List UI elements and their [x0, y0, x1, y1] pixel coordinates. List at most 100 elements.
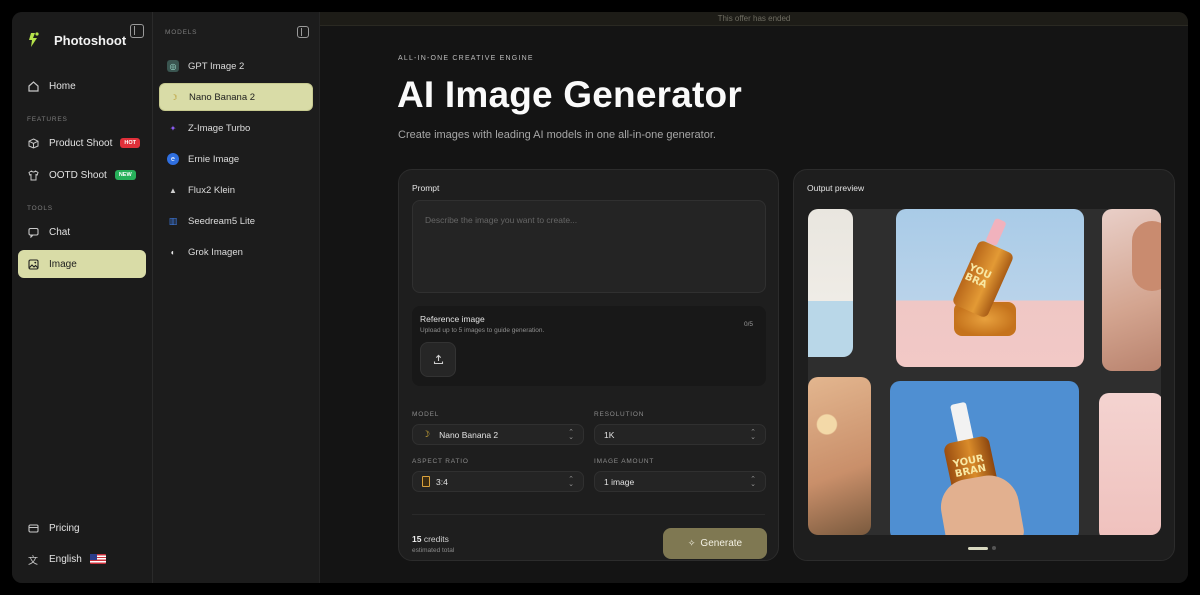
aspect-ratio-select[interactable]: 3:4 ⌃ ⌄: [412, 471, 584, 492]
model-item-label: Grok Imagen: [188, 246, 243, 258]
nav-item-label: Home: [49, 80, 76, 92]
credits-number: 15: [412, 534, 422, 544]
nav-item-label: OOTD Shoot: [49, 169, 107, 181]
image-amount-select[interactable]: 1 image ⌃ ⌄: [594, 471, 766, 492]
output-preview-label: Output preview: [807, 183, 865, 193]
model-item-nano-banana-2[interactable]: ☽ Nano Banana 2: [159, 83, 313, 111]
sidebar-collapse-icon[interactable]: [130, 24, 144, 38]
model-item-label: Flux2 Klein: [188, 184, 235, 196]
face-shape: [1132, 221, 1161, 291]
image-amount-field-label: IMAGE AMOUNT: [594, 458, 655, 465]
bottle-cap-shape: [985, 217, 1007, 247]
preview-tile: [808, 377, 871, 535]
features-section-label: FEATURES: [27, 116, 68, 123]
tools-section-label: TOOLS: [27, 205, 53, 212]
nav-item-label: Image: [49, 258, 77, 270]
credits-word: credits: [423, 534, 449, 544]
nav-item-label: Chat: [49, 226, 71, 238]
grok-icon: ◐: [170, 247, 176, 257]
nav-item-label: Pricing: [49, 522, 80, 534]
model-item-ernie-image[interactable]: e Ernie Image: [159, 145, 313, 173]
reference-count: 0/5: [743, 321, 753, 328]
reference-subtitle: Upload up to 5 images to guide generatio…: [420, 327, 545, 334]
gpt-icon: ◎: [167, 60, 179, 72]
z-image-icon: ✦: [169, 123, 177, 133]
model-item-label: Ernie Image: [188, 153, 240, 165]
new-badge: NEW: [114, 170, 136, 180]
model-item-label: GPT Image 2: [188, 60, 245, 72]
nav-item-chat[interactable]: Chat: [18, 218, 146, 246]
preview-tile: YOUR BRAN: [890, 381, 1079, 535]
carousel-dot-active[interactable]: [968, 546, 988, 550]
photoshoot-logo-icon: [29, 32, 39, 47]
prompt-input[interactable]: [412, 200, 766, 293]
model-field-label: MODEL: [412, 411, 440, 418]
model-item-gpt-image-2[interactable]: ◎ GPT Image 2: [159, 52, 313, 80]
prompt-label: Prompt: [412, 183, 440, 193]
page-subtitle: Create images with leading AI models in …: [398, 129, 716, 141]
aspect-ratio-select-value: 3:4: [436, 476, 448, 487]
generate-label: Generate: [700, 538, 743, 549]
model-item-flux2-klein[interactable]: ▲ Flux2 Klein: [159, 176, 313, 204]
nav-item-home[interactable]: Home: [18, 72, 146, 100]
credits-subtitle: estimated total: [412, 547, 455, 554]
banana-icon: ☽: [170, 92, 178, 102]
home-icon: [27, 80, 39, 92]
hot-badge: HOT: [120, 138, 140, 148]
nav-item-ootd-shoot[interactable]: OOTD Shoot NEW: [18, 161, 146, 189]
model-select-value: Nano Banana 2: [439, 429, 499, 440]
chevron-updown-icon: ⌃ ⌄: [750, 429, 756, 441]
seedream-icon: ▥: [168, 215, 178, 226]
carousel-dot[interactable]: [992, 546, 996, 550]
prompt-card: Prompt Reference image Upload up to 5 im…: [398, 169, 779, 561]
reference-title: Reference image: [420, 314, 485, 324]
model-item-grok-imagen[interactable]: ◐ Grok Imagen: [159, 238, 313, 266]
image-icon: [27, 258, 39, 270]
preview-tile: [808, 209, 853, 357]
translate-icon: 文: [28, 555, 38, 567]
sidebar-footer: Pricing 文 English: [18, 510, 146, 573]
preview-tile: YOU BRA: [896, 209, 1084, 367]
card-icon: [27, 522, 39, 534]
resolution-select-value: 1K: [604, 429, 615, 440]
language-selector[interactable]: 文 English: [18, 545, 146, 573]
chevron-updown-icon: ⌃ ⌄: [568, 476, 574, 488]
offer-banner: This offer has ended: [320, 12, 1188, 26]
divider: [412, 514, 765, 515]
nav-item-label: Product Shoot: [49, 137, 113, 149]
nav-item-pricing[interactable]: Pricing: [18, 514, 146, 542]
ernie-icon: e: [167, 153, 179, 165]
output-preview-card: Output preview YOU BRA YOUR BRAN: [793, 169, 1175, 561]
nav-item-product-shoot[interactable]: Product Shoot HOT: [18, 129, 146, 157]
output-preview-image: YOU BRA YOUR BRAN: [808, 209, 1161, 535]
page-title: AI Image Generator: [397, 74, 742, 115]
language-label: English: [49, 553, 82, 565]
model-item-z-image-turbo[interactable]: ✦ Z-Image Turbo: [159, 114, 313, 142]
sparkle-icon: ✧: [687, 538, 696, 548]
resolution-select[interactable]: 1K ⌃ ⌄: [594, 424, 766, 445]
image-amount-select-value: 1 image: [604, 476, 635, 487]
cube-icon: [27, 137, 39, 149]
generate-button[interactable]: ✧ Generate: [663, 528, 767, 559]
app-window: Photoshoot Home FEATURES Product Shoot H…: [12, 12, 1188, 583]
banana-icon: ☽: [422, 429, 431, 439]
shirt-icon: [27, 169, 39, 181]
nav-item-image[interactable]: Image: [18, 250, 146, 278]
aspect-ratio-field-label: ASPECT RATIO: [412, 458, 469, 465]
model-item-seedream5-lite[interactable]: ▥ Seedream5 Lite: [159, 207, 313, 235]
models-collapse-icon[interactable]: [297, 26, 309, 38]
models-panel: MODELS ◎ GPT Image 2 ☽ Nano Banana 2 ✦ Z…: [153, 12, 320, 583]
model-select[interactable]: ☽ Nano Banana 2 ⌃ ⌄: [412, 424, 584, 445]
carousel-dots: [968, 546, 996, 550]
brand[interactable]: Photoshoot: [18, 22, 146, 58]
credits-total: 15 credits: [412, 534, 449, 544]
preview-tile: [1099, 393, 1161, 535]
flux-icon: ▲: [169, 185, 177, 195]
brand-name: Photoshoot: [54, 32, 127, 48]
preview-tile: [1102, 209, 1161, 371]
upload-button[interactable]: [420, 342, 456, 377]
models-header: MODELS: [165, 28, 198, 36]
main-sidebar: Photoshoot Home FEATURES Product Shoot H…: [12, 12, 153, 583]
upload-icon: [433, 354, 443, 365]
us-flag-icon: [89, 554, 106, 564]
